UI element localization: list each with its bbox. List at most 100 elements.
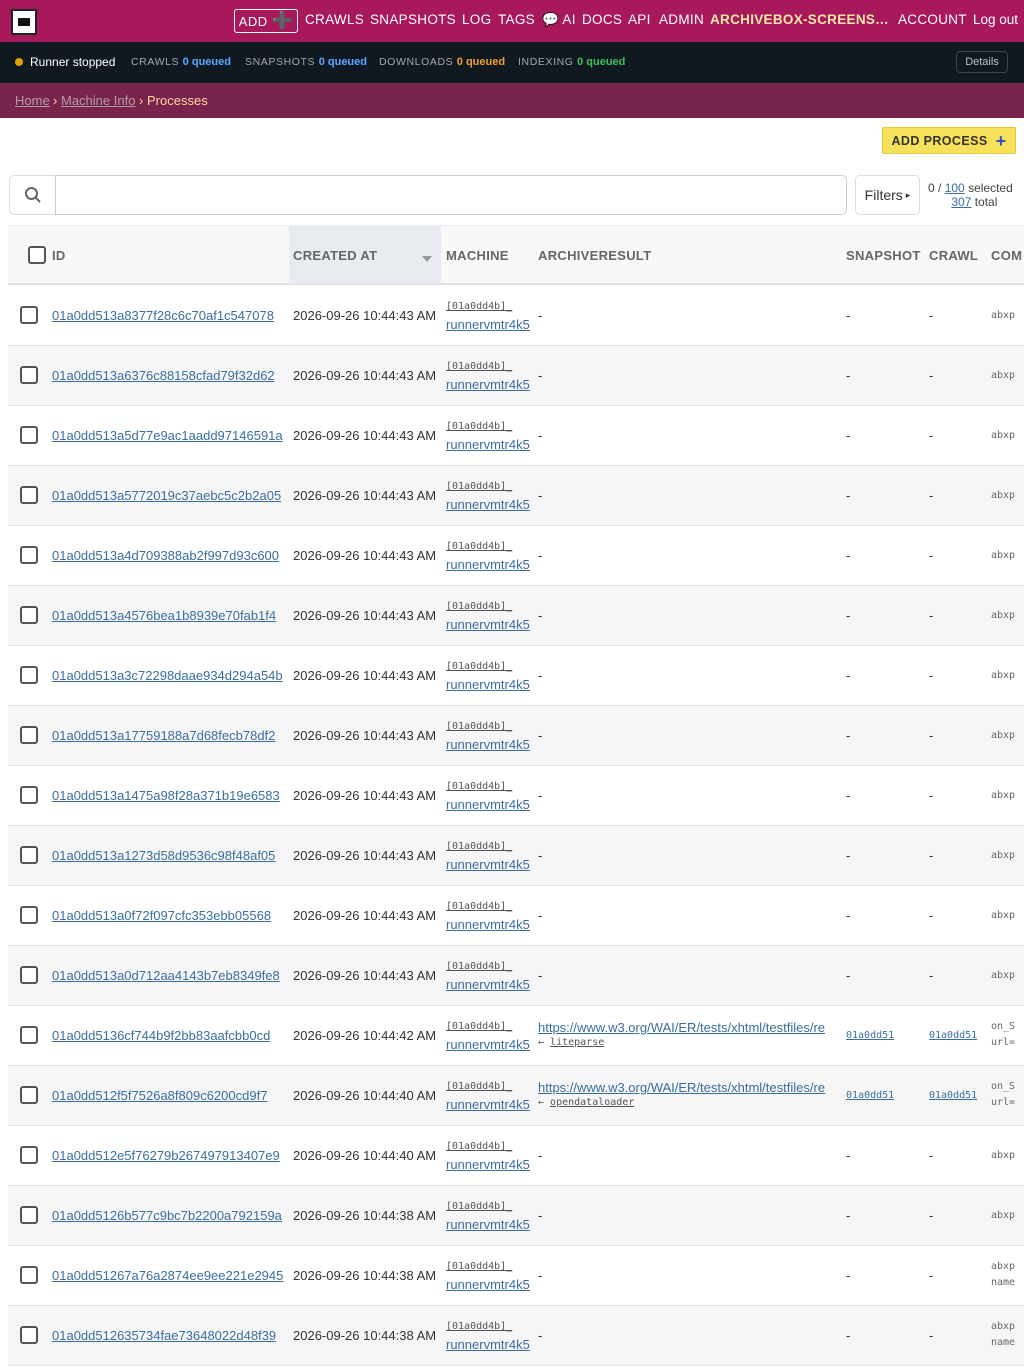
page-size-link[interactable]: 100: [945, 181, 965, 195]
machine-name-link[interactable]: runnervmtr4k5: [446, 1217, 530, 1232]
row-checkbox[interactable]: [20, 1326, 38, 1344]
add-process-button[interactable]: ADD PROCESS +: [882, 127, 1016, 154]
process-id-link[interactable]: 01a0dd513a3c72298daae934d294a54b: [52, 668, 283, 683]
process-id-link[interactable]: 01a0dd512e5f76279b267497913407e9: [52, 1148, 280, 1163]
machine-name-link[interactable]: runnervmtr4k5: [446, 857, 530, 872]
row-checkbox[interactable]: [20, 966, 38, 984]
process-id-link[interactable]: 01a0dd513a1273d58d9536c98f48af05: [52, 848, 275, 863]
row-checkbox[interactable]: [20, 546, 38, 564]
machine-name-link[interactable]: runnervmtr4k5: [446, 977, 530, 992]
row-checkbox[interactable]: [20, 1086, 38, 1104]
machine-id[interactable]: [01a0dd4b]_: [446, 1321, 512, 1332]
row-checkbox[interactable]: [20, 726, 38, 744]
machine-id[interactable]: [01a0dd4b]_: [446, 1261, 512, 1272]
nav-account[interactable]: ACCOUNT: [898, 12, 967, 27]
column-archiveresult[interactable]: ARCHIVERESULT: [538, 248, 651, 263]
breadcrumb-home[interactable]: Home: [15, 93, 50, 108]
column-snapshot[interactable]: SNAPSHOT: [846, 248, 921, 263]
machine-id[interactable]: [01a0dd4b]_: [446, 901, 512, 912]
nav-api[interactable]: API: [628, 12, 651, 27]
machine-name-link[interactable]: runnervmtr4k5: [446, 317, 530, 332]
process-id-link[interactable]: 01a0dd513a0d712aa4143b7eb8349fe8: [52, 968, 280, 983]
machine-id[interactable]: [01a0dd4b]_: [446, 601, 512, 612]
row-checkbox[interactable]: [20, 306, 38, 324]
machine-id[interactable]: [01a0dd4b]_: [446, 541, 512, 552]
details-button[interactable]: Details: [956, 51, 1008, 73]
crawl-link[interactable]: 01a0dd51: [929, 1030, 977, 1041]
archiveresult-plugin[interactable]: ← opendataloader: [538, 1097, 634, 1108]
nav-tags[interactable]: TAGS: [498, 12, 535, 27]
nav-docs[interactable]: DOCS: [582, 12, 622, 27]
machine-id[interactable]: [01a0dd4b]_: [446, 1021, 512, 1032]
sort-descending-icon[interactable]: [422, 256, 432, 262]
total-link[interactable]: 307: [951, 195, 971, 209]
filters-button[interactable]: Filters ▸: [855, 175, 920, 215]
nav-ai[interactable]: 💬 AI: [542, 12, 576, 28]
add-button[interactable]: ADD ➕: [234, 9, 298, 33]
column-created-at[interactable]: CREATED AT: [293, 248, 377, 263]
process-id-link[interactable]: 01a0dd513a8377f28c6c70af1c547078: [52, 308, 274, 323]
machine-name-link[interactable]: runnervmtr4k5: [446, 737, 530, 752]
machine-id[interactable]: [01a0dd4b]_: [446, 421, 512, 432]
column-machine[interactable]: MACHINE: [446, 248, 509, 263]
process-id-link[interactable]: 01a0dd512f5f7526a8f809c6200cd9f7: [52, 1088, 267, 1103]
process-id-link[interactable]: 01a0dd513a5d77e9ac1aadd97146591a: [52, 428, 283, 443]
row-checkbox[interactable]: [20, 906, 38, 924]
row-checkbox[interactable]: [20, 1266, 38, 1284]
machine-name-link[interactable]: runnervmtr4k5: [446, 917, 530, 932]
row-checkbox[interactable]: [20, 366, 38, 384]
machine-id[interactable]: [01a0dd4b]_: [446, 961, 512, 972]
nav-log[interactable]: LOG: [462, 12, 491, 27]
row-checkbox[interactable]: [20, 666, 38, 684]
snapshot-link[interactable]: 01a0dd51: [846, 1090, 894, 1101]
machine-id[interactable]: [01a0dd4b]_: [446, 781, 512, 792]
row-checkbox[interactable]: [20, 606, 38, 624]
process-id-link[interactable]: 01a0dd51267a76a2874ee9ee221e2945: [52, 1268, 283, 1283]
nav-crawls[interactable]: CRAWLS: [305, 12, 364, 27]
breadcrumb-machine-info[interactable]: Machine Info: [61, 93, 135, 108]
process-id-link[interactable]: 01a0dd513a6376c88158cfad79f32d62: [52, 368, 275, 383]
row-checkbox[interactable]: [20, 786, 38, 804]
machine-id[interactable]: [01a0dd4b]_: [446, 301, 512, 312]
archiveresult-link[interactable]: https://www.w3.org/WAI/ER/tests/xhtml/te…: [538, 1080, 838, 1095]
machine-name-link[interactable]: runnervmtr4k5: [446, 677, 530, 692]
column-cmd[interactable]: COM: [991, 248, 1022, 263]
machine-id[interactable]: [01a0dd4b]_: [446, 1201, 512, 1212]
row-checkbox[interactable]: [20, 1206, 38, 1224]
machine-name-link[interactable]: runnervmtr4k5: [446, 437, 530, 452]
machine-id[interactable]: [01a0dd4b]_: [446, 721, 512, 732]
process-id-link[interactable]: 01a0dd513a4d709388ab2f997d93c600: [52, 548, 279, 563]
machine-id[interactable]: [01a0dd4b]_: [446, 841, 512, 852]
nav-brand[interactable]: ARCHIVEBOX-SCREENS…: [710, 12, 889, 27]
nav-snapshots[interactable]: SNAPSHOTS: [370, 12, 456, 27]
column-crawl[interactable]: CRAWL: [929, 248, 978, 263]
process-id-link[interactable]: 01a0dd513a4576bea1b8939e70fab1f4: [52, 608, 276, 623]
machine-id[interactable]: [01a0dd4b]_: [446, 481, 512, 492]
machine-name-link[interactable]: runnervmtr4k5: [446, 1157, 530, 1172]
machine-name-link[interactable]: runnervmtr4k5: [446, 377, 530, 392]
row-checkbox[interactable]: [20, 1026, 38, 1044]
process-id-link[interactable]: 01a0dd513a1475a98f28a371b19e6583: [52, 788, 280, 803]
column-id[interactable]: ID: [52, 248, 66, 263]
snapshot-link[interactable]: 01a0dd51: [846, 1030, 894, 1041]
process-id-link[interactable]: 01a0dd513a5772019c37aebc5c2b2a05: [52, 488, 281, 503]
machine-id[interactable]: [01a0dd4b]_: [446, 1141, 512, 1152]
nav-logout[interactable]: Log out: [973, 12, 1018, 27]
machine-name-link[interactable]: runnervmtr4k5: [446, 497, 530, 512]
machine-name-link[interactable]: runnervmtr4k5: [446, 1277, 530, 1292]
machine-id[interactable]: [01a0dd4b]_: [446, 361, 512, 372]
machine-name-link[interactable]: runnervmtr4k5: [446, 797, 530, 812]
machine-name-link[interactable]: runnervmtr4k5: [446, 557, 530, 572]
archivebox-logo[interactable]: [11, 9, 37, 35]
machine-name-link[interactable]: runnervmtr4k5: [446, 1037, 530, 1052]
process-id-link[interactable]: 01a0dd513a0f72f097cfc353ebb05568: [52, 908, 271, 923]
row-checkbox[interactable]: [20, 426, 38, 444]
machine-name-link[interactable]: runnervmtr4k5: [446, 617, 530, 632]
machine-name-link[interactable]: runnervmtr4k5: [446, 1097, 530, 1112]
row-checkbox[interactable]: [20, 1146, 38, 1164]
search-input[interactable]: [55, 175, 847, 215]
row-checkbox[interactable]: [20, 846, 38, 864]
archiveresult-link[interactable]: https://www.w3.org/WAI/ER/tests/xhtml/te…: [538, 1020, 838, 1035]
row-checkbox[interactable]: [20, 486, 38, 504]
process-id-link[interactable]: 01a0dd512635734fae73648022d48f39: [52, 1328, 276, 1343]
